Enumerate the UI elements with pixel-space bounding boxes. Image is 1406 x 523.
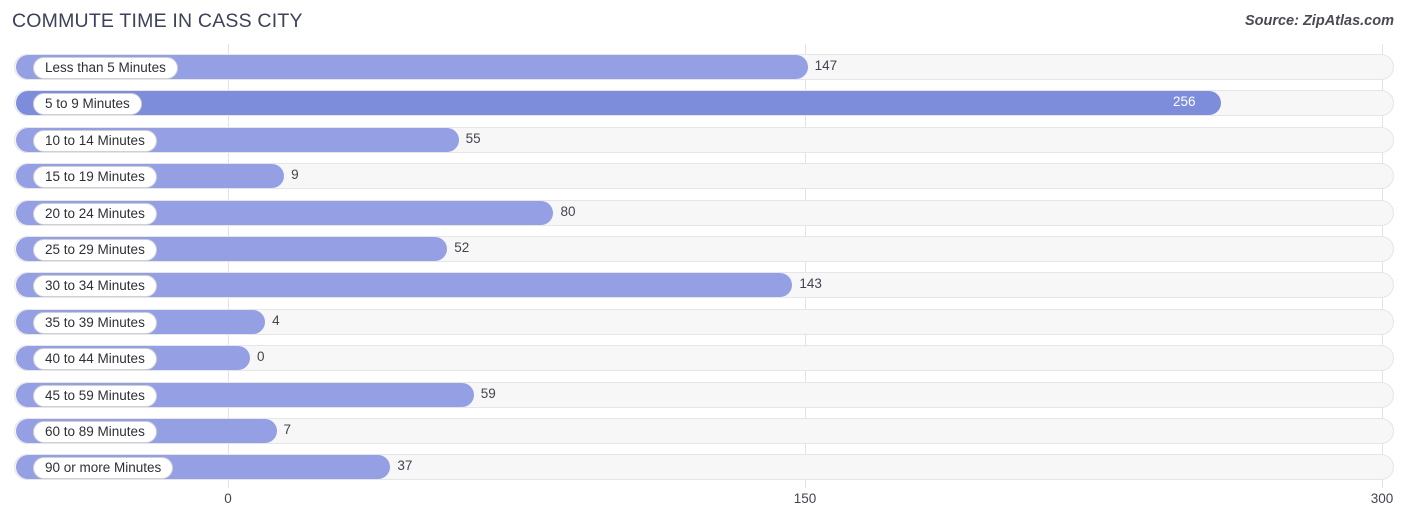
category-label: 10 to 14 Minutes bbox=[33, 129, 157, 152]
bar-value-label: 59 bbox=[480, 385, 496, 401]
chart-row[interactable]: 9 15 to 19 Minutes bbox=[14, 163, 1394, 190]
bar-value-label: 37 bbox=[397, 458, 413, 474]
chart-row[interactable]: 147 Less than 5 Minutes bbox=[14, 54, 1394, 80]
bar-value-label: 7 bbox=[283, 422, 292, 437]
x-axis-tick-label: 150 bbox=[793, 491, 817, 506]
chart-row[interactable]: 143 30 to 34 Minutes bbox=[14, 272, 1394, 299]
chart-row[interactable]: 37 90 or more Minutes bbox=[14, 454, 1394, 481]
category-label: 40 to 44 Minutes bbox=[33, 348, 157, 371]
bar-value-label: 55 bbox=[465, 130, 481, 146]
bar-value-label: 4 bbox=[272, 312, 280, 328]
chart-row[interactable]: 256 5 to 9 Minutes bbox=[14, 90, 1394, 117]
x-axis-tick-label: 0 bbox=[224, 491, 232, 506]
category-label: 15 to 19 Minutes bbox=[33, 166, 157, 189]
chart-plot-area: 147 Less than 5 Minutes 256 5 to 9 Minutes 5… bbox=[0, 44, 1406, 488]
page-title: COMMUTE TIME IN CASS CITY bbox=[12, 10, 303, 32]
chart-row[interactable]: 52 25 to 29 Minutes bbox=[14, 236, 1394, 262]
category-label: 60 to 89 Minutes bbox=[33, 421, 157, 443]
category-label: 35 to 39 Minutes bbox=[33, 311, 157, 334]
bar-value-label: 147 bbox=[814, 58, 838, 73]
chart-header: COMMUTE TIME IN CASS CITY Source: ZipAtl… bbox=[0, 0, 1406, 44]
chart-row[interactable]: 59 45 to 59 Minutes bbox=[14, 381, 1394, 408]
category-label: 45 to 59 Minutes bbox=[33, 384, 157, 407]
bar-value-label: 80 bbox=[560, 203, 576, 219]
bar[interactable] bbox=[16, 91, 1221, 116]
category-label: 30 to 34 Minutes bbox=[33, 275, 157, 298]
bar-value-label: 9 bbox=[291, 167, 299, 183]
source-attribution: Source: ZipAtlas.com bbox=[1244, 13, 1394, 29]
chart-row[interactable]: 0 40 to 44 Minutes bbox=[14, 345, 1394, 372]
chart-bar-rows: 147 Less than 5 Minutes 256 5 to 9 Minutes 5… bbox=[0, 44, 1406, 488]
chart-row[interactable]: 55 10 to 14 Minutes bbox=[14, 126, 1394, 153]
x-axis: 0 150 300 bbox=[0, 488, 1406, 523]
bar-value-label: 143 bbox=[799, 276, 822, 292]
category-label: 20 to 24 Minutes bbox=[33, 202, 157, 225]
chart-row[interactable]: 80 20 to 24 Minutes bbox=[14, 199, 1394, 226]
category-label: 90 or more Minutes bbox=[33, 457, 174, 480]
chart-row[interactable]: 4 35 to 39 Minutes bbox=[14, 308, 1394, 335]
bar-value-label: 256 bbox=[1173, 94, 1196, 110]
x-axis-tick-label: 300 bbox=[1370, 491, 1394, 506]
category-label: 5 to 9 Minutes bbox=[33, 93, 142, 116]
chart-row[interactable]: 7 60 to 89 Minutes bbox=[14, 418, 1394, 444]
category-label: Less than 5 Minutes bbox=[33, 57, 178, 79]
bar-value-label: 0 bbox=[257, 349, 265, 365]
category-label: 25 to 29 Minutes bbox=[33, 239, 157, 261]
bar-value-label: 52 bbox=[454, 240, 470, 255]
